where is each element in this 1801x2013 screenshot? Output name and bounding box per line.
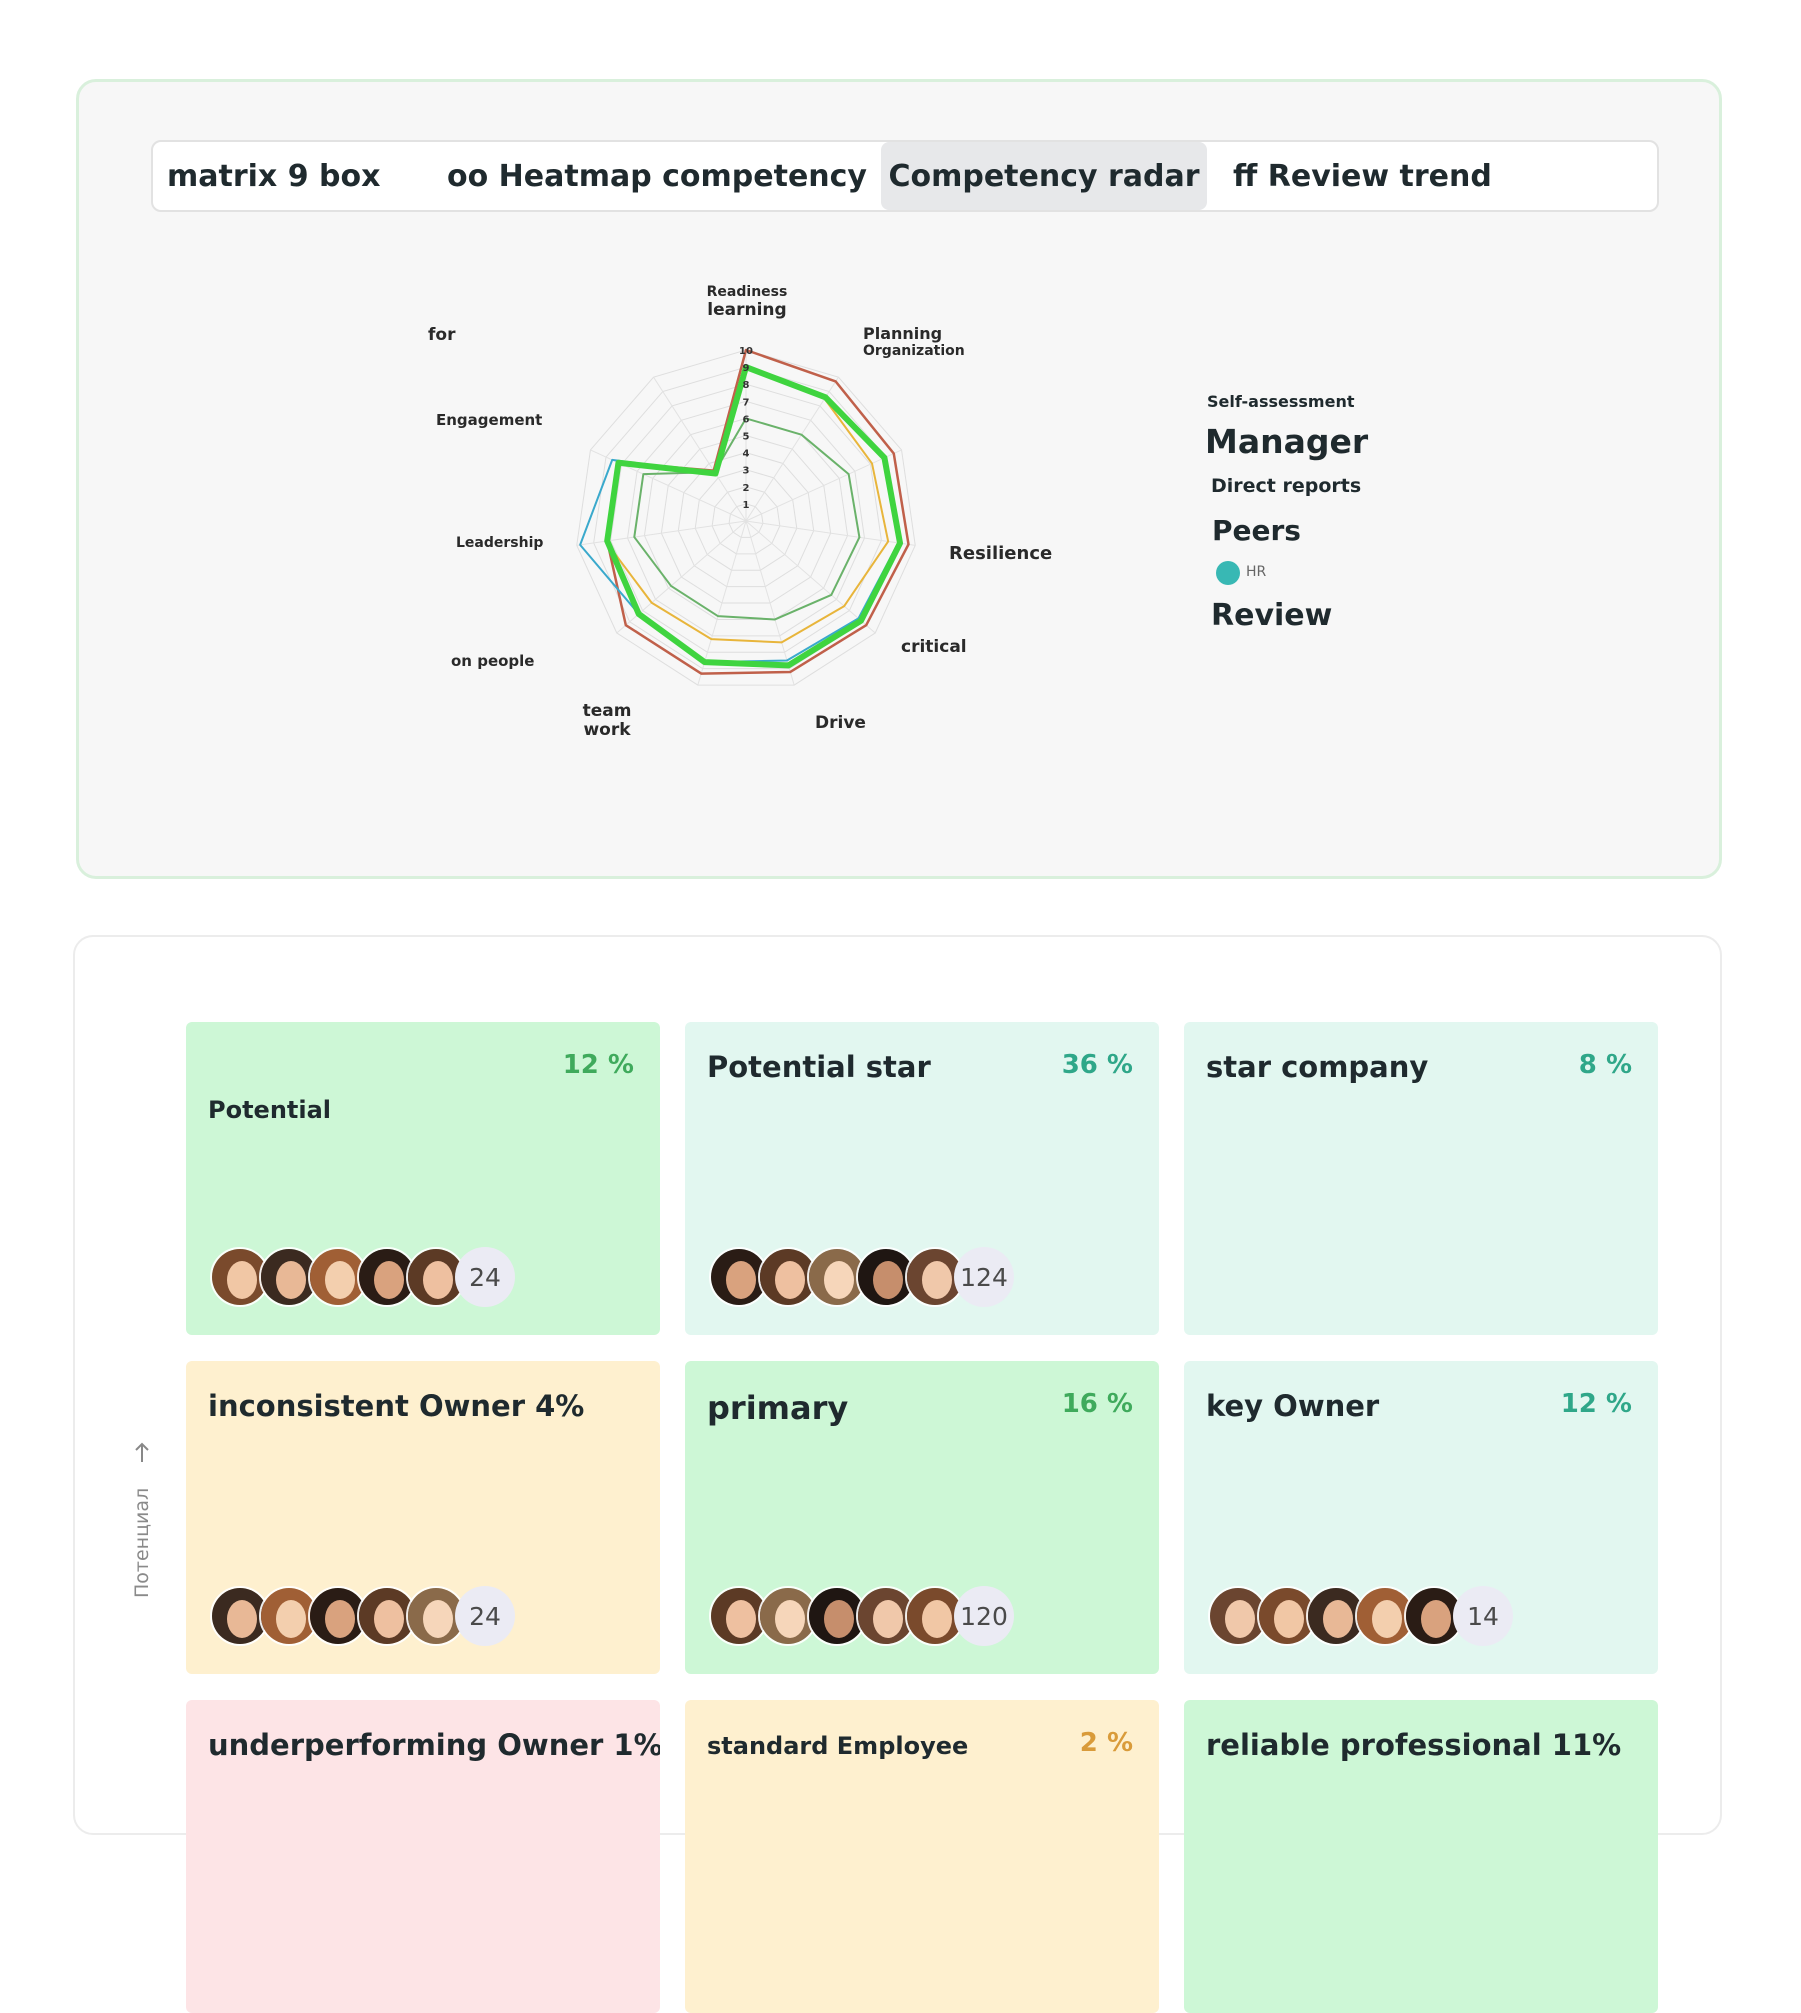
- tick-label: 2: [743, 483, 750, 494]
- hr-dot-icon: [1216, 561, 1240, 585]
- box-title: standard Employee: [707, 1732, 969, 1760]
- axis-label: Planning: [863, 324, 942, 343]
- avatar-face: [227, 1261, 257, 1299]
- tick-label: 8: [743, 380, 750, 391]
- avatar-face: [1323, 1600, 1353, 1638]
- box-standard-employee[interactable]: standard Employee 2 %: [685, 1700, 1159, 2013]
- avatar-face: [276, 1261, 306, 1299]
- tick-label: 1: [743, 500, 750, 511]
- tick-label: 4: [743, 449, 750, 460]
- grid-spoke: [745, 520, 916, 546]
- box-percent: 16 %: [1061, 1389, 1133, 1419]
- legend-hr[interactable]: HR: [1246, 564, 1266, 580]
- box-percent: 8 %: [1578, 1050, 1632, 1080]
- box-potential[interactable]: Potential 12 % 24: [186, 1022, 660, 1335]
- tick-label: 3: [743, 466, 750, 477]
- box-inconsistent-owner-4[interactable]: inconsistent Owner 4% 24: [186, 1361, 660, 1674]
- avatar-face: [325, 1600, 355, 1638]
- avatar-face: [1225, 1600, 1255, 1638]
- box-percent: 2 %: [1079, 1728, 1133, 1758]
- avatar-face: [423, 1600, 453, 1638]
- avatar-face: [374, 1600, 404, 1638]
- avatar-face: [922, 1261, 952, 1299]
- avatar-face: [726, 1261, 756, 1299]
- avatar-face: [824, 1261, 854, 1299]
- tick-label: 9: [743, 363, 750, 374]
- box-title: Potential: [208, 1096, 332, 1124]
- avatar-face: [1372, 1600, 1402, 1638]
- avatar-face: [1421, 1600, 1451, 1638]
- avatar-count-badge[interactable]: 14: [1453, 1586, 1513, 1646]
- avatar-face: [922, 1600, 952, 1638]
- axis-label: on people: [451, 652, 534, 670]
- avatar-count-badge[interactable]: 124: [954, 1247, 1014, 1307]
- potential-axis: Потенциал: [128, 1440, 158, 1610]
- avatar-face: [423, 1261, 453, 1299]
- avatar-face: [775, 1261, 805, 1299]
- box-title: primary: [707, 1389, 849, 1427]
- box-title: underperforming Owner 1%: [208, 1728, 660, 1762]
- avatar-count-badge[interactable]: 24: [455, 1586, 515, 1646]
- avatar-face: [227, 1600, 257, 1638]
- box-percent: 36 %: [1061, 1050, 1133, 1080]
- axis-label: learning: [707, 300, 786, 320]
- avatar-count-badge[interactable]: 24: [455, 1247, 515, 1307]
- legend-direct-reports[interactable]: Direct reports: [1211, 475, 1361, 497]
- axis-label: work: [583, 720, 631, 740]
- legend-review[interactable]: Review: [1211, 598, 1332, 633]
- box-title: Potential star: [707, 1050, 931, 1084]
- box-reliable-professional-11[interactable]: reliable professional 11%: [1184, 1700, 1658, 2013]
- box-star-company[interactable]: star company 8 %: [1184, 1022, 1658, 1335]
- tick-label: 6: [743, 414, 750, 425]
- avatar-face: [873, 1600, 903, 1638]
- radar-chart: 1 2 3 4 5 6 7 8 9 10 Readinesslearning PlanningOrg…: [428, 284, 1052, 740]
- box-key-owner[interactable]: key Owner 12 % 14: [1184, 1361, 1658, 1674]
- axis-label: Readiness: [707, 284, 788, 300]
- tick-label: 10: [739, 346, 753, 357]
- tick-label: 5: [743, 432, 750, 443]
- box-title: inconsistent Owner 4%: [208, 1389, 585, 1423]
- grid-spoke: [576, 520, 747, 546]
- axis-label: Resilience: [949, 543, 1052, 564]
- competency-panel: matrix 9 box oo Heatmap competency Compe…: [76, 79, 1722, 879]
- box-potential-star[interactable]: Potential star 36 % 124: [685, 1022, 1159, 1335]
- axis-label: Drive: [815, 713, 866, 733]
- avatar-face: [374, 1261, 404, 1299]
- avatar-face: [276, 1600, 306, 1638]
- box-percent: 12 %: [562, 1050, 634, 1080]
- box-title: star company: [1206, 1050, 1429, 1084]
- svg-text:Потенциал: Потенциал: [131, 1488, 153, 1598]
- box-underperforming-owner-1[interactable]: underperforming Owner 1%: [186, 1700, 660, 2013]
- avatar-face: [873, 1261, 903, 1299]
- tick-label: 7: [743, 397, 750, 408]
- box-primary[interactable]: primary 16 % 120: [685, 1361, 1159, 1674]
- avatar-face: [824, 1600, 854, 1638]
- legend-self-assessment[interactable]: Self-assessment: [1207, 392, 1354, 411]
- axis-label: Engagement: [436, 411, 542, 429]
- axis-label: Organization: [863, 343, 965, 359]
- box-title: key Owner: [1206, 1389, 1380, 1423]
- arrow-up-icon: Потенциал: [131, 1442, 153, 1598]
- axis-label: team: [583, 701, 632, 721]
- avatar-face: [1274, 1600, 1304, 1638]
- avatar-face: [325, 1261, 355, 1299]
- axis-label: critical: [901, 637, 967, 657]
- legend-peers[interactable]: Peers: [1212, 514, 1301, 547]
- legend-manager[interactable]: Manager: [1205, 422, 1368, 461]
- avatar-face: [775, 1600, 805, 1638]
- box-percent: 12 %: [1560, 1389, 1632, 1419]
- axis-label: Leadership: [456, 535, 543, 551]
- box-title: reliable professional 11%: [1206, 1728, 1622, 1762]
- avatar-count-badge[interactable]: 120: [954, 1586, 1014, 1646]
- avatar-face: [726, 1600, 756, 1638]
- axis-label: for: [428, 325, 456, 345]
